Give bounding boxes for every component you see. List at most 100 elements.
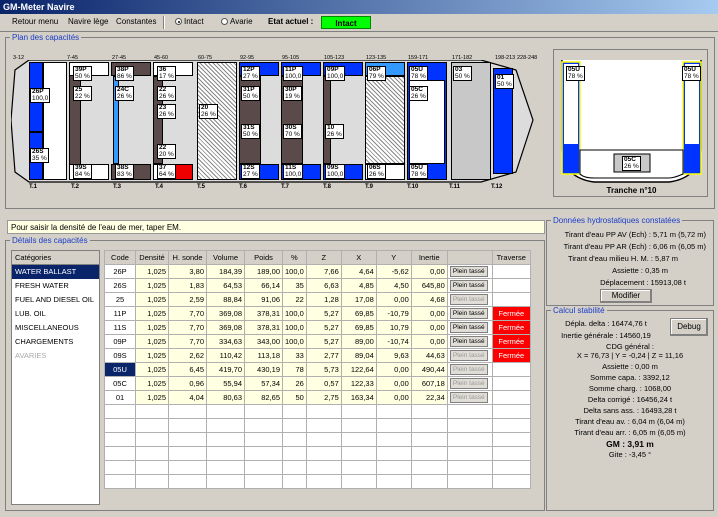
tank[interactable] [323,76,331,164]
empty-row [104,418,531,433]
table-row[interactable]: 26S 1,025 1,83 64,53 66,14 35 6,63 4,85 4,50 645,… [104,278,531,293]
hydro-line: Tirant d'eau PP AR (Ech) : 6,06 m (6,05 … [563,242,706,251]
cell-value: 22 [282,292,307,307]
cell-value: 1,025 [135,348,169,363]
constantes-button[interactable]: Constantes [116,17,156,26]
cell-plein: Plein tassé [446,264,493,279]
empty-cell [305,446,342,461]
tank-label: 26S 35 % [30,148,49,163]
cell-value: 378,31 [244,306,283,321]
empty-cell [446,460,493,475]
empty-cell [410,474,448,489]
separator [163,16,165,29]
category-item[interactable]: AVARIES [12,349,99,363]
cell-value: 122,33 [340,376,377,391]
cell-value: 69,85 [340,306,377,321]
empty-cell [305,404,342,419]
table-row[interactable]: 05C 1,025 0,96 55,94 57,34 26 0,57 122,33 0,00 60… [104,376,531,391]
empty-cell [491,432,531,447]
category-item[interactable]: FRESH WATER [12,279,99,293]
cell-code: 26P [104,264,136,279]
navire-lege-button[interactable]: Navire lège [68,17,108,26]
cell-value: 490,44 [410,362,448,377]
plein-tasse-button[interactable]: Plein tassé [449,364,488,375]
cell-value: 419,70 [206,362,245,377]
cell-value: 369,08 [206,306,245,321]
table-row[interactable]: 25 1,025 2,59 88,84 91,06 22 1,28 17,08 0,00 4,68… [104,292,531,307]
cell-plein: Plein tassé [446,278,493,293]
cell-value: -10,79 [375,306,412,321]
plein-tasse-button[interactable]: Plein tassé [449,322,488,333]
debug-button[interactable]: Debug [670,318,708,336]
cell-code: 25 [104,292,136,307]
category-item[interactable]: FUEL AND DIESEL OIL [12,293,99,307]
frame-label: 171-182 [452,55,473,61]
tank-label: 30S 70 % [283,124,302,139]
hydro-line: Assiette : 0,35 m [612,266,668,275]
intact-radio[interactable]: Intact [175,17,204,26]
cell-value: 7,70 [168,320,207,335]
cell-value: 4,68 [410,292,448,307]
table-row[interactable]: 05U 1,025 6,45 419,70 430,19 78 5,73 122,64 0,00… [104,362,531,377]
cell-value: 78 [282,362,307,377]
tank[interactable] [365,76,405,164]
cell-value: 2,77 [305,348,342,363]
plein-tasse-button[interactable]: Plein tassé [449,392,488,403]
empty-row [104,432,531,447]
column-header [446,250,493,265]
table-row[interactable]: 01 1,025 4,04 80,63 82,65 50 2,75 163,34 0,00 22,… [104,390,531,405]
empty-cell [340,404,377,419]
tick-label: T.10 [407,184,419,190]
tank-label: 03 50 % [453,66,472,81]
plein-tasse-button[interactable]: Plein tassé [449,336,488,347]
cell-code: 05U [104,362,136,377]
plein-tasse-button[interactable]: Plein tassé [449,378,488,389]
frame-label: 60-75 [198,55,213,61]
section-title: Tranche n°10 [606,186,657,195]
cell-value: 1,025 [135,390,169,405]
column-header: % [282,250,307,265]
stab-line: Tirant d'eau arr. : 6,05 m (6,05 m) [574,428,686,437]
retour-menu-button[interactable]: Retour menu [12,17,58,26]
tank[interactable] [197,62,237,180]
cell-value: 50 [282,390,307,405]
empty-cell [305,474,342,489]
plein-tasse-button[interactable]: Plein tassé [449,280,488,291]
table-row[interactable]: 11S 1,025 7,70 369,08 378,31 100,0 5,27 69,85 10… [104,320,531,335]
category-item[interactable]: WATER BALLAST [12,265,99,279]
table-row[interactable]: 09S 1,025 2,62 110,42 113,18 33 2,77 89,04 9,63 4… [104,348,531,363]
etat-label: Etat actuel : [268,17,314,26]
cell-value: 4,04 [168,390,207,405]
table-row[interactable]: 11P 1,025 7,70 369,08 378,31 100,0 5,27 69,85 -1… [104,306,531,321]
avarie-radio[interactable]: Avarie [221,17,253,26]
plein-tasse-button[interactable]: Plein tassé [449,266,488,277]
cell-value: 113,18 [244,348,283,363]
empty-cell [206,474,245,489]
empty-cell [168,460,207,475]
frame-label: 7-45 [67,55,79,61]
frame-label: 45-60 [154,55,169,61]
category-item[interactable]: CHARGEMENTS [12,335,99,349]
cell-value: 645,80 [410,278,448,293]
cell-value: 57,34 [244,376,283,391]
plein-tasse-button[interactable]: Plein tassé [449,308,488,319]
category-item[interactable]: LUB. OIL [12,307,99,321]
cell-value: 82,65 [244,390,283,405]
plein-tasse-button[interactable]: Plein tassé [449,294,488,305]
table-row[interactable]: 09P 1,025 7,70 334,63 343,00 100,0 5,27 89,00 -1… [104,334,531,349]
cell-value: 0,00 [410,320,448,335]
cell-value: 1,025 [135,306,169,321]
table-row[interactable]: 26P 1,025 3,80 184,39 189,00 100,0 7,66 4,64 -5,… [104,264,531,279]
empty-cell [282,432,307,447]
category-item[interactable]: MISCELLANEOUS [12,321,99,335]
cell-value: 0,00 [410,264,448,279]
cell-value: 100,0 [282,334,307,349]
tank-label: 38P 86 % [115,66,134,81]
cell-code: 05C [104,376,136,391]
modifier-button[interactable]: Modifier [600,289,652,303]
plein-tasse-button[interactable]: Plein tassé [449,350,488,361]
empty-cell [410,446,448,461]
frame-label: 95-105 [282,55,300,61]
cell-traverse [491,278,531,293]
tank[interactable] [173,164,193,180]
